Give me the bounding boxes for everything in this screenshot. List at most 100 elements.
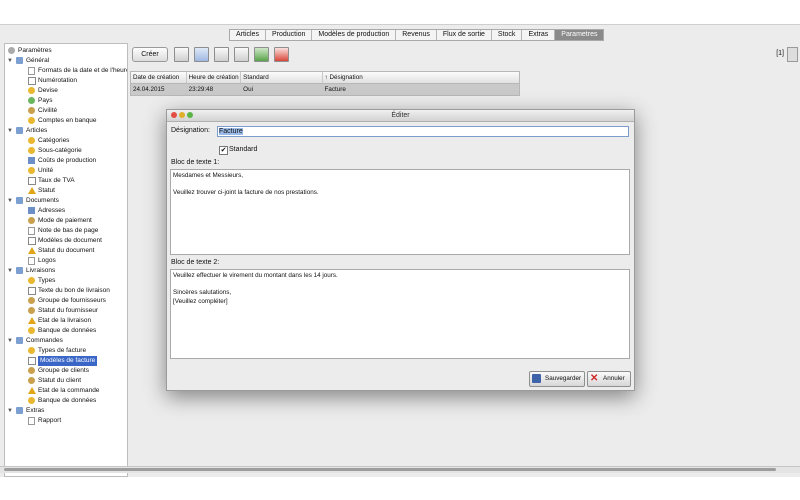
warning-icon (28, 187, 36, 194)
designation-value: Facture (219, 128, 243, 135)
warning-icon (28, 247, 36, 254)
export-icon[interactable] (254, 47, 269, 62)
zoom-icon[interactable] (187, 112, 193, 118)
table-row[interactable]: 24.04.2015 23:29:48 Oui Facture (131, 84, 519, 95)
column-header[interactable]: Heure de création (187, 72, 242, 83)
chevron-down-icon[interactable]: ▼ (7, 126, 13, 136)
person-icon (28, 307, 35, 314)
page-indicator: [1] (776, 50, 784, 57)
cancel-button[interactable]: ✕ Annuler (587, 371, 631, 387)
image-icon (28, 257, 35, 265)
dialog-title: Éditer (391, 112, 410, 119)
cost-icon (28, 157, 35, 164)
numbering-icon (28, 77, 36, 85)
designation-field[interactable]: Facture (217, 126, 629, 137)
new-icon[interactable] (174, 47, 189, 62)
tab-stock[interactable]: Stock (492, 30, 523, 40)
tree-item-label: Modèles de document (38, 237, 102, 244)
chevron-down-icon[interactable]: ▼ (7, 266, 13, 276)
tree-item-label: Civilité (38, 107, 58, 114)
bloc2-label: Bloc de texte 2: (171, 259, 220, 266)
type-icon (28, 347, 35, 354)
dialog-titlebar: Éditer (167, 110, 634, 122)
tab-articles[interactable]: Articles (230, 30, 266, 40)
tree-item-label: Mode de paiement (38, 217, 92, 224)
cancel-icon: ✕ (590, 373, 599, 384)
tab-revenus[interactable]: Revenus (396, 30, 437, 40)
template-icon (28, 287, 36, 295)
pdf-icon[interactable] (274, 47, 289, 62)
tab-mod-les-de-production[interactable]: Modèles de production (312, 30, 397, 40)
close-icon[interactable] (171, 112, 177, 118)
subcategory-icon (28, 147, 35, 154)
designation-label: Désignation: (171, 127, 210, 134)
category-icon (28, 137, 35, 144)
standard-checkbox[interactable]: ✔ (219, 146, 228, 155)
save-button-label: Sauvegarder (545, 375, 582, 382)
tree-item-label: Groupe de fournisseurs (38, 297, 106, 304)
tree-item-label: Taux de TVA (38, 177, 75, 184)
tree-item-label: Rapport (38, 417, 62, 424)
tree-item-label: Comptes en banque (38, 117, 97, 124)
percent-icon (28, 177, 36, 185)
settings-tree[interactable]: Paramètres ▼ Général Formats de la date et … (4, 43, 128, 477)
copy-icon[interactable] (194, 47, 209, 62)
warning-icon (28, 387, 36, 394)
cancel-button-label: Annuler (603, 375, 625, 382)
tree-item-label: Groupe de clients (38, 367, 89, 374)
globe-icon (28, 97, 35, 104)
bloc2-textarea[interactable]: Veuillez effectuer le virement du montan… (170, 269, 630, 359)
bloc1-label: Bloc de texte 1: (171, 159, 220, 166)
column-header[interactable]: Standard (241, 72, 323, 83)
tree-item-label: Banque de données (38, 397, 97, 404)
folder-icon (16, 407, 23, 414)
tree-item-label: Types de facture (38, 347, 87, 354)
folder-icon (16, 197, 23, 204)
horizontal-scrollbar[interactable] (0, 466, 800, 473)
column-header[interactable]: ↑ Désignation (323, 72, 519, 83)
tree-item-label: Statut du fournisseur (38, 307, 98, 314)
table-cell: Oui (241, 84, 323, 95)
tree-item-label: Sous-catégorie (38, 147, 82, 154)
table-cell: Facture (324, 86, 346, 93)
chevron-down-icon[interactable]: ▼ (7, 336, 13, 346)
tree-item-label: Types (38, 277, 56, 284)
tab-parametres[interactable]: Parametres (555, 30, 604, 40)
tree-item-label: Commandes (26, 337, 63, 344)
warning-icon (28, 317, 36, 324)
document-icon (28, 67, 35, 75)
create-button[interactable]: Créer (132, 47, 168, 62)
main-tab-bar: Articles Production Modèles de production R… (229, 29, 605, 41)
person-icon (28, 377, 35, 384)
note-icon (28, 227, 35, 235)
tree-item-label: Documents (26, 197, 59, 204)
tree-item-label: Coûts de production (38, 157, 97, 164)
tab-flux-de-sortie[interactable]: Flux de sortie (437, 30, 492, 40)
folder-icon (16, 127, 23, 134)
tree-item-label: Unité (38, 167, 54, 174)
side-panel-toggle[interactable] (787, 47, 798, 62)
table-header: Date de création Heure de création Stand… (131, 72, 519, 84)
tree-item-label: Paramètres (18, 47, 52, 54)
chevron-down-icon[interactable]: ▼ (7, 196, 13, 206)
tab-extras[interactable]: Extras (522, 30, 556, 40)
tree-item-label: Livraisons (26, 267, 56, 274)
minimize-icon[interactable] (179, 112, 185, 118)
print-icon[interactable] (234, 47, 249, 62)
folder-icon (16, 337, 23, 344)
table-cell: 24.04.2015 (131, 84, 187, 95)
chevron-down-icon[interactable]: ▼ (7, 406, 13, 416)
currency-icon (28, 87, 35, 94)
column-header[interactable]: Date de création (131, 72, 187, 83)
delete-icon[interactable] (214, 47, 229, 62)
report-icon (28, 417, 35, 425)
tab-production[interactable]: Production (266, 30, 313, 40)
person-icon (28, 107, 35, 114)
bloc1-textarea[interactable]: Mesdames et Messieurs, Veuillez trouver … (170, 169, 630, 255)
scrollbar-thumb[interactable] (4, 468, 776, 471)
save-button[interactable]: Sauvegarder (529, 371, 585, 387)
type-icon (28, 277, 35, 284)
chevron-down-icon[interactable]: ▼ (7, 56, 13, 66)
standard-label: Standard (229, 146, 258, 153)
database-icon (28, 327, 35, 334)
